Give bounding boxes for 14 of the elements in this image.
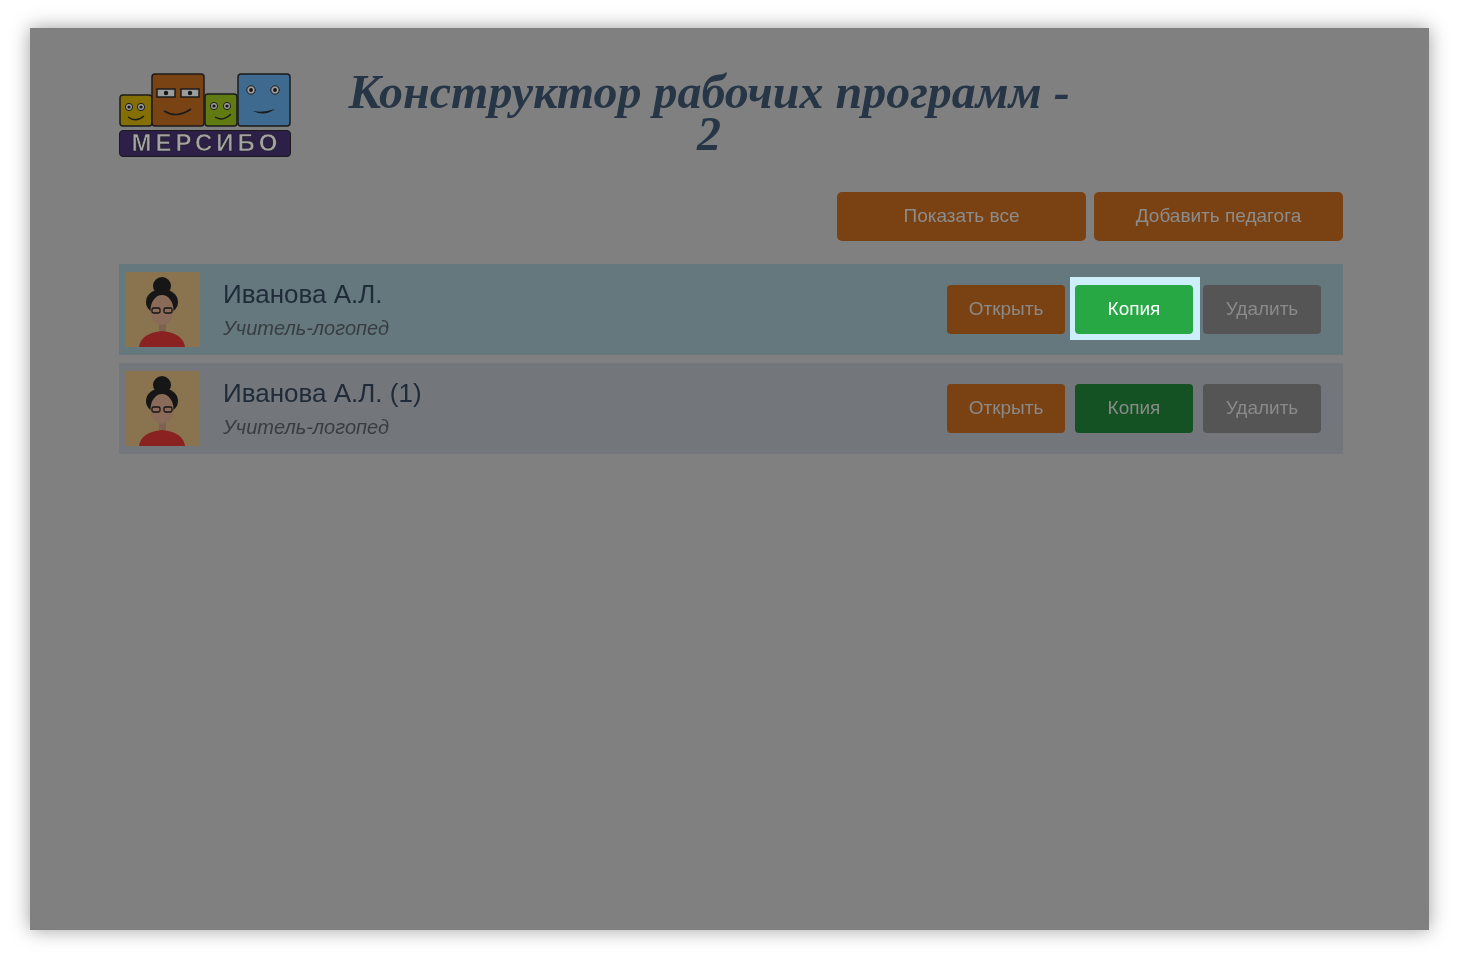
teacher-name: Иванова А.Л. [223,279,384,309]
avatar-icon [125,371,200,446]
page-title: Конструктор рабочих программ - 2 [347,71,1071,155]
avatar-icon [125,272,200,347]
open-button[interactable]: Открыть [947,384,1065,433]
teacher-name: Иванова А.Л. (1) [223,378,423,408]
copy-button[interactable]: Копия [1075,384,1193,433]
toolbar-button[interactable]: Добавить педагога [1094,192,1343,241]
teacher-role: Учитель-логопед [223,316,390,340]
copy-button[interactable]: Копия [1075,285,1193,334]
open-button[interactable]: Открыть [947,285,1065,334]
logo-wordmark: МЕРСИБО [119,130,291,157]
toolbar-button[interactable]: Показать все [837,192,1086,241]
teacher-role: Учитель-логопед [223,415,390,439]
